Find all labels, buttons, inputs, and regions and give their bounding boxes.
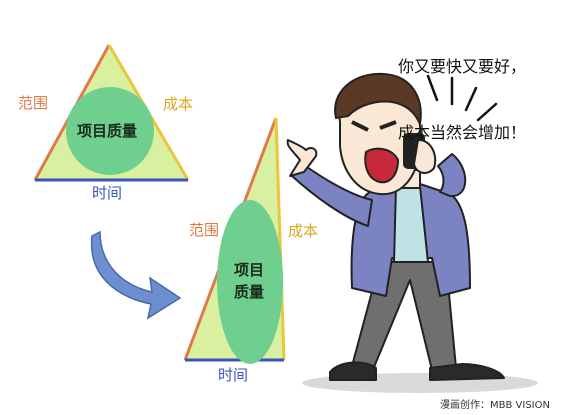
tall-quality-ellipse — [217, 200, 283, 364]
small-time-label: 时间 — [92, 184, 123, 202]
transition-arrow — [90, 230, 182, 320]
tall-cost-label: 成本 — [288, 222, 319, 240]
small-quality-label: 项目质量 — [77, 122, 138, 140]
small-cost-label: 成本 — [163, 95, 194, 113]
credit-text: 漫画创作：MBB VISION — [440, 400, 550, 411]
speech-line-1: 你又要快又要好， — [398, 57, 527, 76]
tall-quality-label-line2: 质量 — [234, 283, 265, 301]
tall-time-label: 时间 — [218, 366, 249, 384]
small-scope-label: 范围 — [18, 94, 49, 112]
speech-text: 你又要快又要好， 成本当然会增加！ — [398, 12, 526, 166]
tall-scope-label: 范围 — [189, 221, 220, 239]
tall-quality-label-line1: 项目 — [234, 261, 265, 279]
speech-line-2: 成本当然会增加！ — [398, 123, 527, 142]
tall-iron-triangle — [183, 117, 286, 364]
